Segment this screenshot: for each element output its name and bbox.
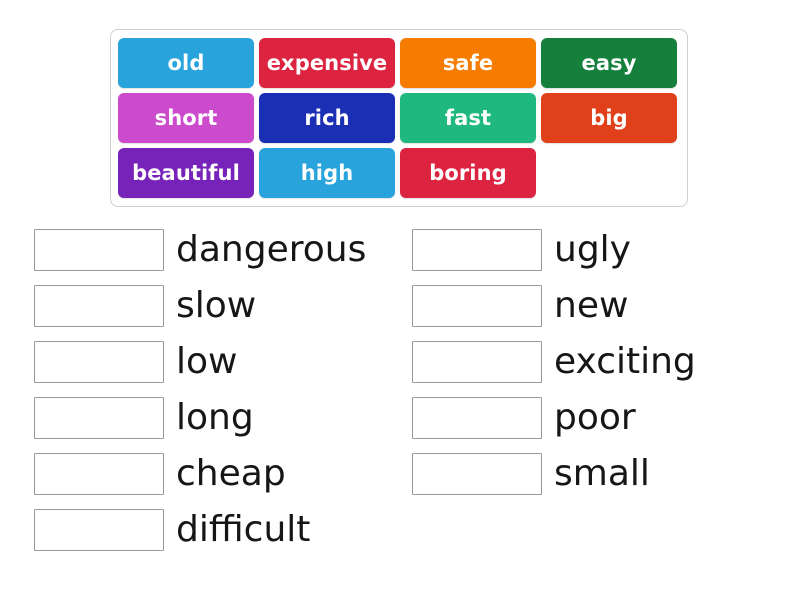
answer-label-new: new — [554, 285, 629, 326]
word-tile-short[interactable]: short — [118, 93, 254, 143]
word-tile-high[interactable]: high — [259, 148, 395, 198]
answer-label-cheap: cheap — [176, 453, 286, 494]
answer-column-left: dangerous slow low long cheap difficult — [0, 222, 400, 558]
answer-label-ugly: ugly — [554, 229, 631, 270]
word-bank-row: beautiful high boring — [118, 148, 680, 198]
drop-slot-cheap[interactable] — [34, 453, 164, 495]
answer-row: slow — [34, 278, 400, 334]
word-tile-old[interactable]: old — [118, 38, 254, 88]
word-tile-fast[interactable]: fast — [400, 93, 536, 143]
answer-label-long: long — [176, 397, 254, 438]
word-tile-rich[interactable]: rich — [259, 93, 395, 143]
drop-slot-dangerous[interactable] — [34, 229, 164, 271]
word-tile-boring[interactable]: boring — [400, 148, 536, 198]
word-tile-safe[interactable]: safe — [400, 38, 536, 88]
answer-label-difficult: difficult — [176, 509, 311, 550]
word-bank-row: old expensive safe easy — [118, 38, 680, 88]
answer-row: dangerous — [34, 222, 400, 278]
answer-row: ugly — [412, 222, 800, 278]
answer-area: dangerous slow low long cheap difficult ugly n… — [0, 222, 800, 558]
word-tile-beautiful[interactable]: beautiful — [118, 148, 254, 198]
answer-row: cheap — [34, 446, 400, 502]
word-bank-panel: old expensive safe easy short rich fast big beau… — [110, 29, 688, 207]
word-tile-placeholder — [541, 148, 677, 198]
answer-label-dangerous: dangerous — [176, 229, 367, 270]
answer-row: difficult — [34, 502, 400, 558]
drop-slot-poor[interactable] — [412, 397, 542, 439]
answer-label-slow: slow — [176, 285, 257, 326]
answer-row: new — [412, 278, 800, 334]
drop-slot-low[interactable] — [34, 341, 164, 383]
answer-row: long — [34, 390, 400, 446]
answer-row: low — [34, 334, 400, 390]
drop-slot-small[interactable] — [412, 453, 542, 495]
answer-label-poor: poor — [554, 397, 636, 438]
drop-slot-ugly[interactable] — [412, 229, 542, 271]
word-bank-row: short rich fast big — [118, 93, 680, 143]
drop-slot-slow[interactable] — [34, 285, 164, 327]
drop-slot-new[interactable] — [412, 285, 542, 327]
answer-row: exciting — [412, 334, 800, 390]
answer-label-exciting: exciting — [554, 341, 696, 382]
answer-label-low: low — [176, 341, 238, 382]
word-tile-big[interactable]: big — [541, 93, 677, 143]
answer-label-small: small — [554, 453, 650, 494]
drop-slot-difficult[interactable] — [34, 509, 164, 551]
drop-slot-long[interactable] — [34, 397, 164, 439]
answer-row: poor — [412, 390, 800, 446]
answer-row: small — [412, 446, 800, 502]
word-tile-easy[interactable]: easy — [541, 38, 677, 88]
drop-slot-exciting[interactable] — [412, 341, 542, 383]
word-tile-expensive[interactable]: expensive — [259, 38, 395, 88]
answer-column-right: ugly new exciting poor small — [400, 222, 800, 558]
